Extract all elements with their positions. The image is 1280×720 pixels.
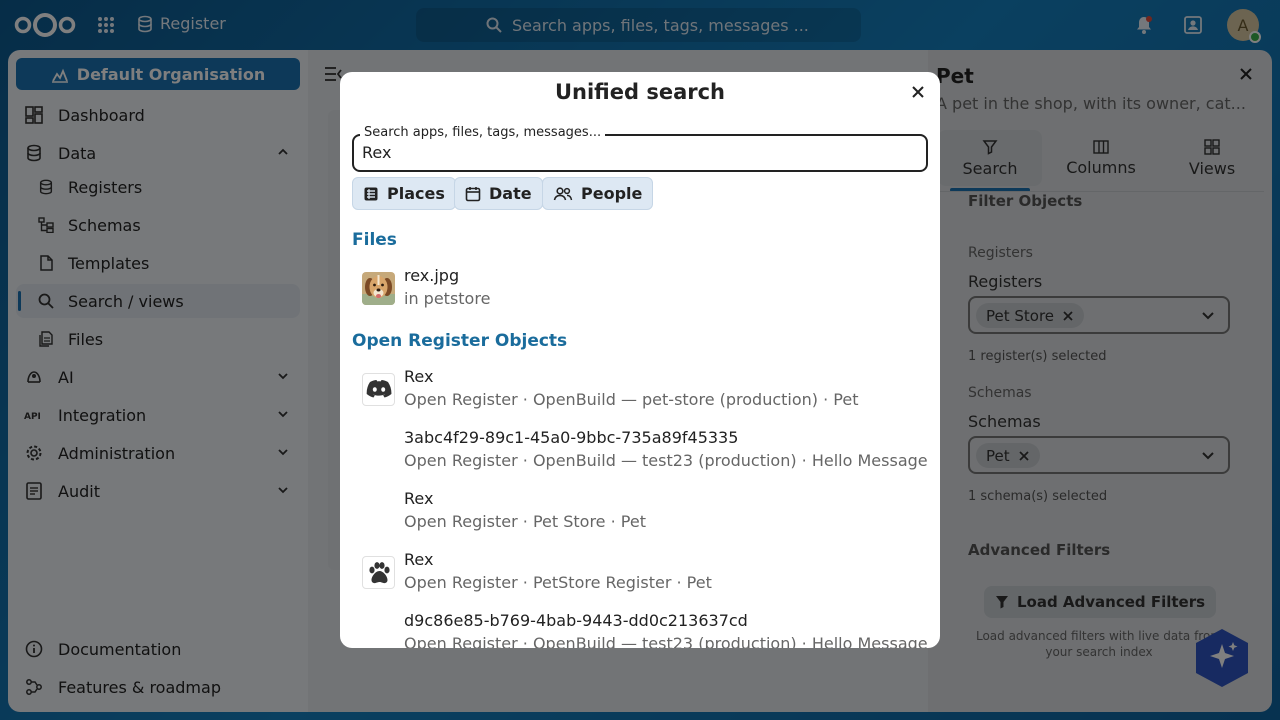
search-result-item[interactable]: Rex Open Register · PetStore Register · … — [352, 546, 928, 604]
discord-icon — [362, 373, 395, 406]
search-result-item[interactable]: d9c86e85-b769-4bab-9443-dd0c213637cd Ope… — [352, 607, 928, 648]
results-group-files: Files — [352, 230, 397, 250]
search-input[interactable] — [362, 143, 912, 162]
people-icon — [553, 186, 573, 200]
result-subtitle: Open Register · Pet Store · Pet — [404, 512, 646, 531]
filter-places-button[interactable]: Places — [352, 177, 456, 210]
search-result-item[interactable]: Rex Open Register · Pet Store · Pet — [352, 485, 928, 543]
result-subtitle: in petstore — [404, 289, 491, 308]
search-result-item[interactable]: rex.jpg in petstore — [352, 262, 928, 320]
result-title: 3abc4f29-89c1-45a0-9bbc-735a89f45335 — [404, 428, 739, 447]
close-icon[interactable] — [910, 84, 926, 100]
filter-label: People — [581, 184, 643, 203]
dialog-title: Unified search — [554, 80, 726, 104]
result-subtitle: Open Register · OpenBuild — pet-store (p… — [404, 390, 859, 409]
result-title: rex.jpg — [404, 266, 460, 285]
result-title: Rex — [404, 489, 434, 508]
dog-photo-thumbnail — [362, 272, 395, 305]
result-title: d9c86e85-b769-4bab-9443-dd0c213637cd — [404, 611, 748, 630]
paw-icon — [362, 556, 395, 589]
result-title: Rex — [404, 550, 434, 569]
filter-date-button[interactable]: Date — [454, 177, 543, 210]
search-field-label: Search apps, files, tags, messages... — [360, 125, 606, 140]
search-result-item[interactable]: Rex Open Register · OpenBuild — pet-stor… — [352, 363, 928, 421]
filter-people-button[interactable]: People — [542, 177, 654, 210]
unified-search-dialog: Unified search Search apps, files, tags,… — [340, 72, 940, 648]
filter-label: Places — [387, 184, 445, 203]
search-result-item[interactable]: 3abc4f29-89c1-45a0-9bbc-735a89f45335 Ope… — [352, 424, 928, 482]
results-group-open-register: Open Register Objects — [352, 331, 568, 351]
places-icon — [364, 187, 378, 200]
filter-label: Date — [489, 184, 532, 203]
result-subtitle: Open Register · OpenBuild — test23 (prod… — [404, 634, 928, 648]
result-subtitle: Open Register · OpenBuild — test23 (prod… — [404, 451, 928, 470]
calendar-icon — [465, 186, 481, 201]
result-title: Rex — [404, 367, 434, 386]
unified-search-field: Search apps, files, tags, messages... — [352, 125, 928, 172]
result-subtitle: Open Register · PetStore Register · Pet — [404, 573, 712, 592]
